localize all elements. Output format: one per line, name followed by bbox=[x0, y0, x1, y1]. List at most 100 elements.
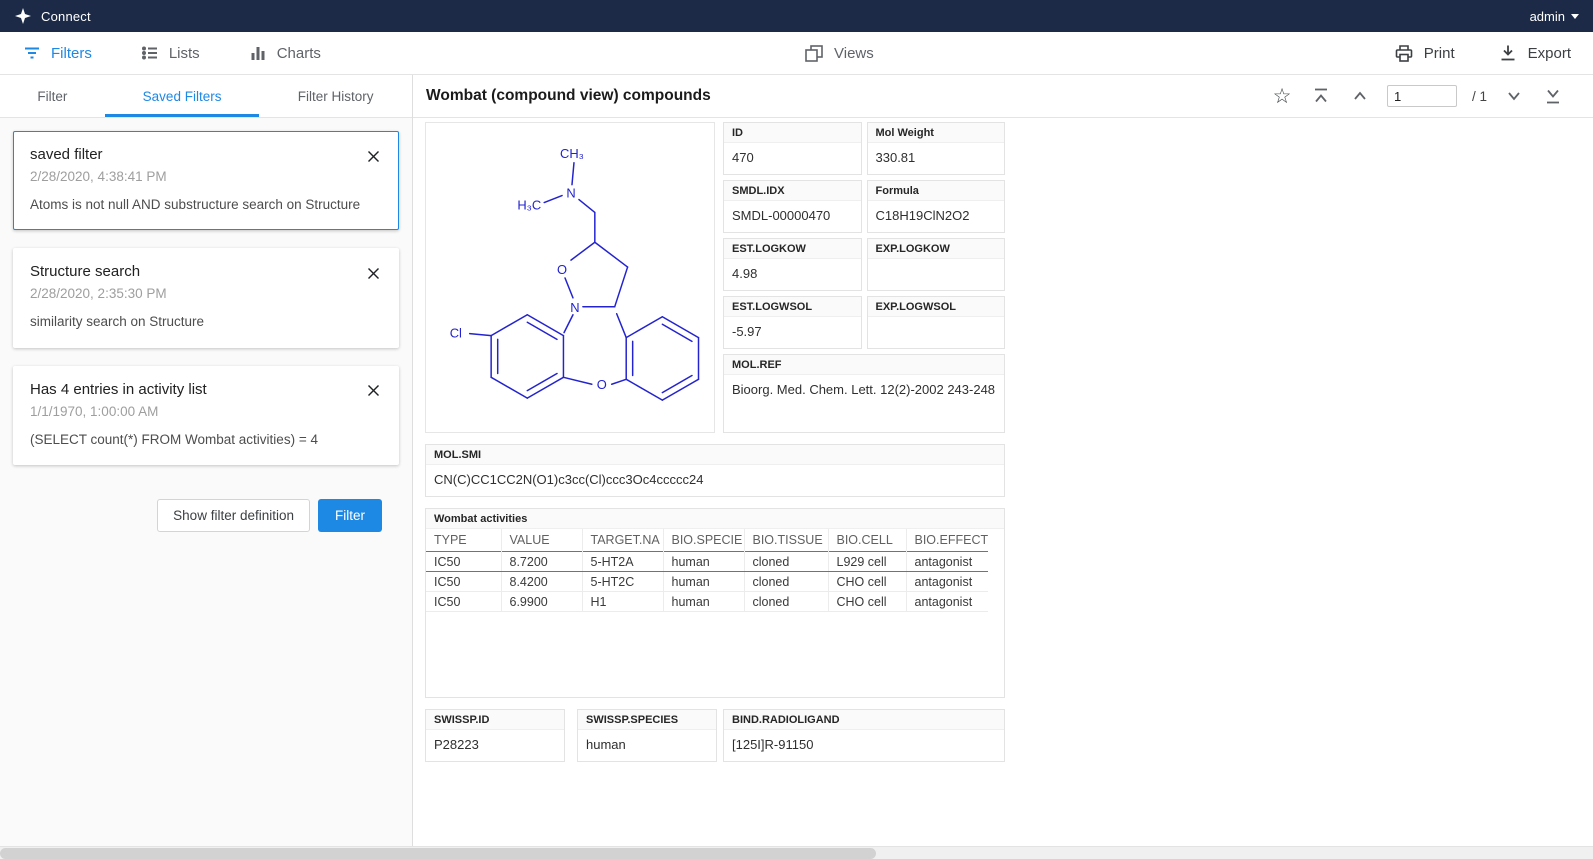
remove-filter-button[interactable] bbox=[364, 147, 382, 165]
cell: cloned bbox=[744, 552, 828, 572]
first-record-icon bbox=[1310, 85, 1332, 107]
saved-filter-card[interactable]: Structure search 2/28/2020, 2:35:30 PM s… bbox=[13, 248, 399, 347]
first-record-button[interactable] bbox=[1309, 84, 1333, 108]
cell: human bbox=[663, 572, 744, 592]
close-icon bbox=[366, 149, 381, 164]
saved-filter-description: similarity search on Structure bbox=[30, 312, 382, 332]
saved-filter-card[interactable]: saved filter 2/28/2020, 4:38:41 PM Atoms… bbox=[13, 131, 399, 230]
print-button[interactable]: Print bbox=[1393, 42, 1455, 64]
saved-filter-timestamp: 2/28/2020, 4:38:41 PM bbox=[30, 169, 382, 184]
field-est-logwsol[interactable]: EST.LOGWSOL -5.97 bbox=[723, 296, 862, 349]
activity-row[interactable]: IC50 8.7200 5-HT2A human cloned L929 cel… bbox=[426, 552, 988, 572]
last-record-button[interactable] bbox=[1541, 84, 1565, 108]
activity-row[interactable]: IC50 8.4200 5-HT2C human cloned CHO cell… bbox=[426, 572, 988, 592]
record-pager: ☆ / 1 bbox=[1270, 84, 1565, 108]
field-value: Bioorg. Med. Chem. Lett. 12(2)-2002 243-… bbox=[724, 375, 1004, 406]
tab-filter-history[interactable]: Filter History bbox=[259, 75, 412, 117]
atom-label-bridge-o: O bbox=[597, 377, 607, 392]
field-bind-radioligand[interactable]: BIND.RADIOLIGAND [125I]R-91150 bbox=[723, 709, 1005, 762]
nav-filters[interactable]: Filters bbox=[22, 43, 92, 63]
column-header-bio-tissue[interactable]: BIO.TISSUE bbox=[744, 529, 828, 552]
nav-lists-label: Lists bbox=[169, 45, 200, 62]
column-header-bio-species[interactable]: BIO.SPECIE bbox=[663, 529, 744, 552]
column-header-target[interactable]: TARGET.NA bbox=[582, 529, 663, 552]
cell: antagonist bbox=[906, 552, 988, 572]
field-value: C18H19ClN2O2 bbox=[868, 201, 1005, 232]
chevron-down-icon bbox=[1503, 85, 1525, 107]
close-icon bbox=[366, 383, 381, 398]
field-mol-ref[interactable]: MOL.REF Bioorg. Med. Chem. Lett. 12(2)-2… bbox=[723, 354, 1005, 433]
nav-views[interactable]: Views bbox=[803, 42, 874, 64]
close-icon bbox=[366, 266, 381, 281]
atom-label-amine-n: N bbox=[566, 186, 575, 201]
field-label: EST.LOGKOW bbox=[724, 239, 861, 259]
field-value: human bbox=[578, 730, 716, 761]
activities-header-row: TYPE VALUE TARGET.NA BIO.SPECIE BIO.TISS… bbox=[426, 529, 988, 552]
column-header-bio-effect[interactable]: BIO.EFFECT bbox=[906, 529, 988, 552]
filter-tabs: Filter Saved Filters Filter History bbox=[0, 75, 412, 118]
field-exp-logkow[interactable]: EXP.LOGKOW bbox=[867, 238, 1006, 291]
cell: 5-HT2C bbox=[582, 572, 663, 592]
tab-filter[interactable]: Filter bbox=[0, 75, 105, 117]
column-header-value[interactable]: VALUE bbox=[501, 529, 582, 552]
cell: human bbox=[663, 592, 744, 612]
cell: L929 cell bbox=[828, 552, 906, 572]
favorite-button[interactable]: ☆ bbox=[1270, 84, 1294, 108]
nav-charts[interactable]: Charts bbox=[248, 43, 321, 63]
export-label: Export bbox=[1528, 45, 1571, 62]
wombat-activities-field[interactable]: Wombat activities TYPE VALUE TARGET.NA B… bbox=[425, 508, 1005, 698]
chevron-up-icon bbox=[1349, 85, 1371, 107]
field-swissp-species[interactable]: SWISSP.SPECIES human bbox=[577, 709, 717, 762]
nav-lists[interactable]: Lists bbox=[140, 43, 200, 63]
filter-icon bbox=[22, 43, 42, 63]
cell: cloned bbox=[744, 572, 828, 592]
field-mol-weight[interactable]: Mol Weight 330.81 bbox=[867, 122, 1006, 175]
column-header-bio-cell[interactable]: BIO.CELL bbox=[828, 529, 906, 552]
main-toolbar: Filters Lists Charts Views Print Export bbox=[0, 32, 1593, 75]
star-icon: ☆ bbox=[1273, 86, 1292, 107]
field-label: BIND.RADIOLIGAND bbox=[724, 710, 1004, 730]
field-formula[interactable]: Formula C18H19ClN2O2 bbox=[867, 180, 1006, 233]
export-button[interactable]: Export bbox=[1497, 42, 1571, 64]
saved-filter-card[interactable]: Has 4 entries in activity list 1/1/1970,… bbox=[13, 366, 399, 465]
field-value: 470 bbox=[724, 143, 861, 174]
field-label: SWISSP.SPECIES bbox=[578, 710, 716, 730]
field-value: CN(C)CC1CC2N(O1)c3cc(Cl)ccc3Oc4ccccc24 bbox=[426, 465, 1004, 496]
saved-filter-description: (SELECT count(*) FROM Wombat activities)… bbox=[30, 430, 382, 450]
field-est-logkow[interactable]: EST.LOGKOW 4.98 bbox=[723, 238, 862, 291]
field-id[interactable]: ID 470 bbox=[723, 122, 862, 175]
field-value: P28223 bbox=[426, 730, 564, 761]
previous-record-button[interactable] bbox=[1348, 84, 1372, 108]
field-swissp-id[interactable]: SWISSP.ID P28223 bbox=[425, 709, 565, 762]
view-title: Wombat (compound view) compounds bbox=[426, 87, 711, 105]
user-menu[interactable]: admin bbox=[1530, 9, 1579, 24]
bar-chart-icon bbox=[248, 43, 268, 63]
field-exp-logwsol[interactable]: EXP.LOGWSOL bbox=[867, 296, 1006, 349]
remove-filter-button[interactable] bbox=[364, 264, 382, 282]
print-label: Print bbox=[1424, 45, 1455, 62]
field-value: -5.97 bbox=[724, 317, 861, 348]
structure-field[interactable]: CH₃ N H₃C O N Cl O bbox=[425, 122, 715, 433]
field-value: 330.81 bbox=[868, 143, 1005, 174]
scrollbar-thumb[interactable] bbox=[0, 848, 876, 859]
field-label: MOL.SMI bbox=[426, 445, 1004, 465]
activity-row[interactable]: IC50 6.9900 H1 human cloned CHO cell ant… bbox=[426, 592, 988, 612]
remove-filter-button[interactable] bbox=[364, 382, 382, 400]
next-record-button[interactable] bbox=[1502, 84, 1526, 108]
show-filter-definition-button[interactable]: Show filter definition bbox=[157, 499, 310, 532]
cell: 8.4200 bbox=[501, 572, 582, 592]
field-mol-smi[interactable]: MOL.SMI CN(C)CC1CC2N(O1)c3cc(Cl)ccc3Oc4c… bbox=[425, 444, 1005, 497]
atom-label-methyl-top: CH₃ bbox=[560, 146, 584, 161]
cell: antagonist bbox=[906, 592, 988, 612]
page-number-input[interactable] bbox=[1387, 85, 1457, 107]
field-smdl-idx[interactable]: SMDL.IDX SMDL-00000470 bbox=[723, 180, 862, 233]
molecule-structure-image: CH₃ N H₃C O N Cl O bbox=[426, 123, 714, 432]
nav-charts-label: Charts bbox=[277, 45, 321, 62]
horizontal-scrollbar[interactable] bbox=[0, 846, 1593, 859]
column-header-type[interactable]: TYPE bbox=[426, 529, 501, 552]
compound-view-header: Wombat (compound view) compounds ☆ / 1 bbox=[413, 75, 1593, 118]
field-label: EXP.LOGKOW bbox=[868, 239, 1005, 259]
saved-filter-title: Structure search bbox=[30, 263, 382, 280]
filter-button[interactable]: Filter bbox=[318, 499, 382, 532]
tab-saved-filters[interactable]: Saved Filters bbox=[105, 75, 260, 117]
